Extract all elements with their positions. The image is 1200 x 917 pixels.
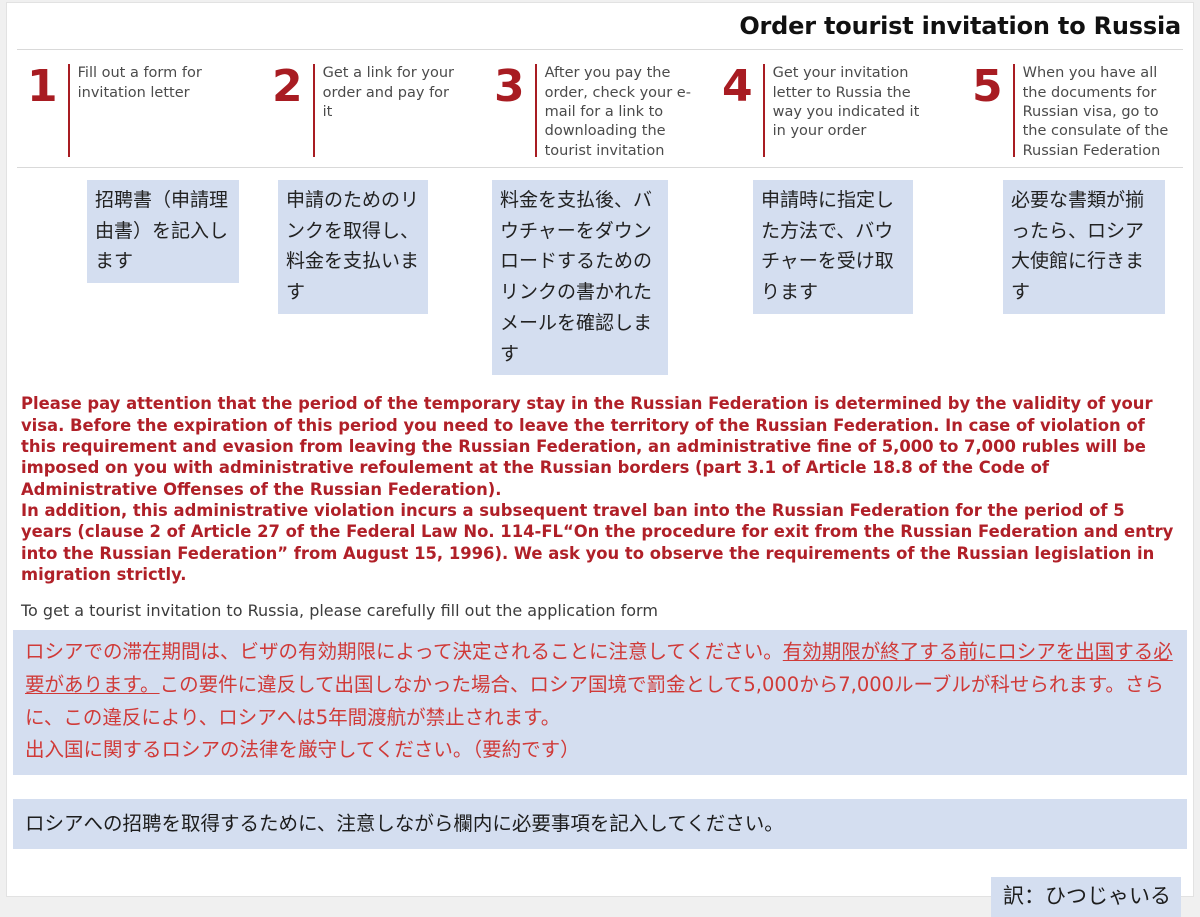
step-4-number: 4	[722, 61, 753, 113]
step-5-text: When you have all the documents for Russ…	[1022, 65, 1169, 159]
step-2-text: Get a link for your order and pay for it	[322, 65, 454, 120]
application-note: To get a tourist invitation to Russia, p…	[21, 601, 658, 621]
credit-row: 訳：ひつじゃいる	[7, 849, 1193, 917]
step-2: 2 Get a link for your order and pay for …	[258, 58, 480, 160]
step-1-number: 1	[27, 61, 58, 113]
document-page: Order tourist invitation to Russia 1 Fil…	[7, 3, 1193, 917]
legal-warning-block: Please pay attention that the period of …	[7, 375, 1193, 585]
step-1-translation: 招聘書（申請理由書）を記入します	[87, 179, 239, 284]
step-4-translation-cell: 申請時に指定した方法で、バウチャーを受け取ります	[708, 179, 958, 314]
step-4: 4 Get your invitation letter to Russia t…	[708, 58, 958, 160]
step-1-text: Fill out a form for invitation letter	[77, 65, 202, 101]
jp-warning-part-4: 出入国に関するロシアの法律を厳守してください。（要約です）	[25, 738, 580, 762]
step-2-number: 2	[272, 61, 303, 113]
step-4-text: Get your invitation letter to Russia the…	[772, 65, 920, 140]
step-5-translation: 必要な書類が揃ったら、ロシア大使館に行きます	[1003, 179, 1165, 314]
legal-warning-translation-block: ロシアでの滞在期間は、ビザの有効期限によって決定されることに注意してください。有…	[13, 630, 1187, 776]
jp-warning-part-1: ロシアでの滞在期間は、ビザの有効期限によって決定されることに注意してください。	[25, 640, 783, 664]
legal-warning-paragraph-2: In addition, this administrative violati…	[21, 501, 1174, 585]
step-2-translation: 申請のためのリンクを取得し、料金を支払います	[278, 179, 428, 314]
step-5: 5 When you have all the documents for Ru…	[958, 58, 1188, 160]
step-3: 3 After you pay the order, check your e-…	[480, 58, 708, 160]
jp-warning-part-3: この要件に違反して出国しなかった場合、ロシア国境で罰金として5,000から7,0…	[25, 672, 1164, 729]
translator-credit: 訳：ひつじゃいる	[991, 877, 1181, 917]
step-3-text: After you pay the order, check your e-ma…	[544, 65, 691, 159]
page-title: Order tourist invitation to Russia	[739, 12, 1181, 40]
step-1-translation-cell: 招聘書（申請理由書）を記入します	[13, 179, 258, 284]
step-3-translation-cell: 料金を支払後、バウチャーをダウンロードするためのリンクの書かれたメールを確認しま…	[480, 179, 708, 376]
application-note-translation: ロシアへの招聘を取得するために、注意しながら欄内に必要事項を記入してください。	[13, 799, 1187, 850]
step-3-translation: 料金を支払後、バウチャーをダウンロードするためのリンクの書かれたメールを確認しま…	[492, 179, 668, 376]
step-1: 1 Fill out a form for invitation letter	[13, 58, 258, 160]
step-4-translation: 申請時に指定した方法で、バウチャーを受け取ります	[753, 179, 913, 314]
steps-strip: 1 Fill out a form for invitation letter …	[7, 50, 1193, 166]
legal-warning-paragraph-1: Please pay attention that the period of …	[21, 394, 1153, 499]
page-header: Order tourist invitation to Russia	[7, 3, 1193, 49]
step-5-translation-cell: 必要な書類が揃ったら、ロシア大使館に行きます	[958, 179, 1188, 314]
step-3-number: 3	[494, 61, 525, 113]
step-2-translation-cell: 申請のためのリンクを取得し、料金を支払います	[258, 179, 480, 314]
step-5-number: 5	[972, 61, 1003, 113]
steps-translation-strip: 招聘書（申請理由書）を記入します 申請のためのリンクを取得し、料金を支払います …	[7, 168, 1193, 376]
